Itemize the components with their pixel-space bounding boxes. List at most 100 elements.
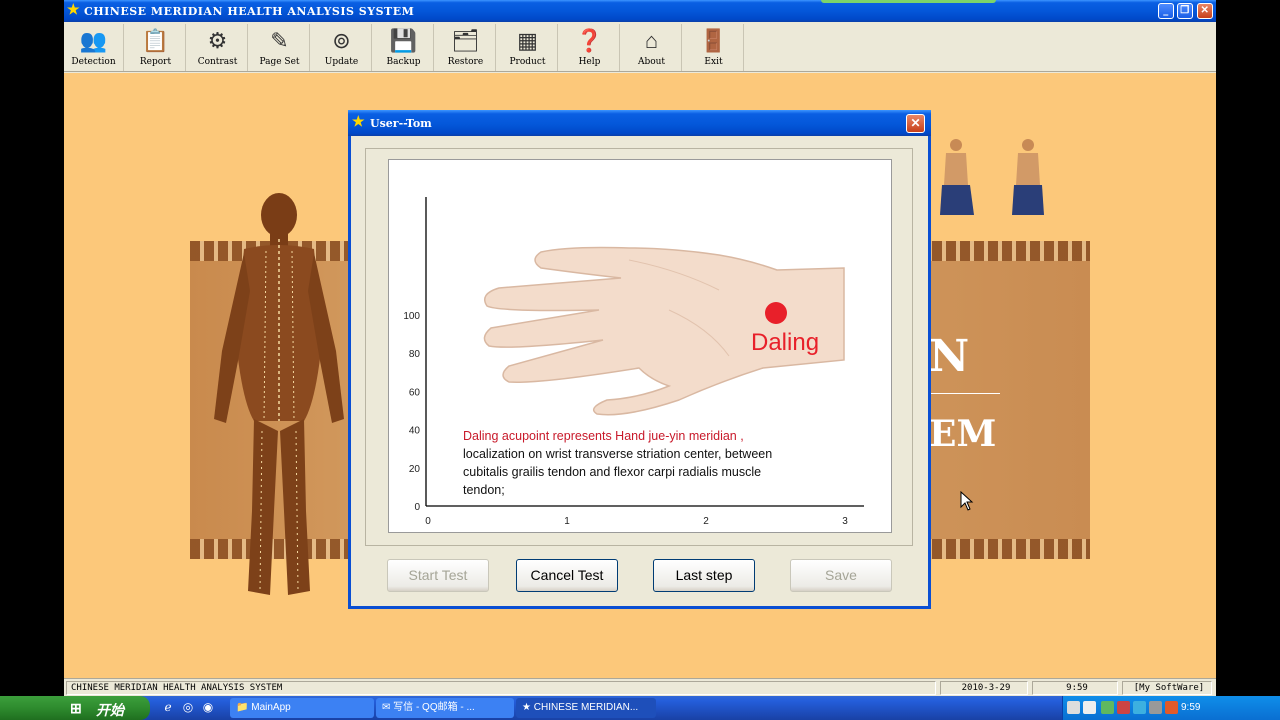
y-tick-label: 0 (414, 502, 420, 513)
update-icon: ⊚ (332, 28, 351, 53)
x-tick-label: 3 (842, 516, 848, 527)
toolbar-label: Exit (704, 57, 723, 67)
chart-panel: 0 20 40 60 80 100 0 1 2 3 Daling Daling acupoint … (388, 159, 892, 533)
start-test-button[interactable]: Start Test (387, 559, 489, 592)
task-mainapp[interactable]: 📁 MainApp (230, 698, 374, 718)
task-label: 写信 - QQ邮箱 - ... (393, 702, 475, 713)
start-label: 开始 (96, 702, 124, 718)
toolbar-exit-button[interactable]: 🚪 Exit (684, 24, 744, 71)
toolbar-contrast-button[interactable]: ⚙ Contrast (188, 24, 248, 71)
status-software: [My SoftWare] (1122, 681, 1212, 695)
cancel-test-button[interactable]: Cancel Test (516, 559, 618, 592)
test-dialog: ★ User--Tom ✕ 0 20 40 60 80 100 0 1 2 3 Daling Da… (348, 110, 931, 609)
restore-icon: 🗂 (451, 28, 480, 53)
help-icon: ❓ (575, 28, 604, 53)
dialog-title: User--Tom (370, 117, 432, 130)
toolbar-backup-button[interactable]: 💾 Backup (374, 24, 434, 71)
people-icon: 👥 (79, 28, 108, 53)
toolbar-label: Backup (386, 57, 421, 67)
app-tray-icon[interactable] (1165, 701, 1178, 714)
toolbar-update-button[interactable]: ⊚ Update (312, 24, 372, 71)
y-tick-label: 80 (409, 349, 421, 360)
description-line: cubitalis grailis tendon and flexor carp… (463, 465, 761, 479)
exit-door-icon: 🚪 (699, 28, 728, 53)
toolbar-help-button[interactable]: ❓ Help (560, 24, 620, 71)
y-tick-label: 20 (409, 464, 421, 475)
toolbar-report-button[interactable]: 📋 Report (126, 24, 186, 71)
restore-button[interactable]: ❐ (1177, 3, 1193, 19)
toolbar-about-button[interactable]: ⌂ About (622, 24, 682, 71)
dialog-star-icon: ★ (352, 114, 365, 130)
y-tick-label: 60 (409, 387, 421, 398)
description-line: localization on wrist transverse striati… (463, 447, 772, 461)
qq-icon[interactable] (1133, 701, 1146, 714)
toolbar-label: Contrast (197, 57, 238, 67)
mail-icon: ✉ (382, 702, 391, 713)
x-tick-label: 0 (425, 516, 431, 527)
status-bar: CHINESE MERIDIAN HEALTH ANALYSIS SYSTEM … (64, 678, 1216, 696)
toolbar-label: Product (509, 57, 546, 67)
backup-icon: 💾 (389, 28, 418, 53)
toolbar-label: Update (324, 57, 359, 67)
quick-launch-icon[interactable]: ◎ (180, 700, 196, 716)
security-icon[interactable] (1117, 701, 1130, 714)
task-label: MainApp (251, 702, 291, 713)
decorative-figures (940, 139, 1044, 215)
volume-icon[interactable] (1149, 701, 1162, 714)
background-divider (930, 393, 1000, 394)
mouse-cursor-icon (960, 491, 974, 511)
app-star-icon: ★ (67, 2, 81, 18)
start-button[interactable]: ⊞ 开始 (0, 696, 150, 720)
task-meridian[interactable]: ★ CHINESE MERIDIAN... (516, 698, 656, 718)
task-mail[interactable]: ✉ 写信 - QQ邮箱 - ... (376, 698, 514, 718)
toolbar-product-button[interactable]: ▦ Product (498, 24, 558, 71)
toolbar-label: Report (139, 57, 172, 67)
windows-logo-icon: ⊞ (70, 700, 82, 716)
title-bar[interactable]: ★ CHINESE MERIDIAN HEALTH ANALYSIS SYSTE… (64, 0, 1216, 22)
acupoint-marker (765, 302, 787, 324)
close-button[interactable]: ✕ (1197, 3, 1213, 19)
window-title: CHINESE MERIDIAN HEALTH ANALYSIS SYSTEM (84, 5, 415, 18)
contrast-icon: ⚙ (207, 28, 228, 53)
x-tick-label: 2 (703, 516, 709, 527)
background-title-letter: N (929, 331, 970, 382)
dialog-close-button[interactable]: ✕ (906, 114, 925, 133)
title-bar-indicator (821, 0, 996, 3)
meridian-body-figure (214, 193, 344, 595)
background-title-suffix: EM (929, 413, 997, 455)
status-time: 9:59 (1032, 681, 1118, 695)
help-tray-icon[interactable] (1083, 701, 1096, 714)
page-set-icon: ✎ (270, 28, 289, 53)
quick-launch-icon[interactable]: ◉ (200, 700, 216, 716)
toolbar-label: About (637, 57, 666, 67)
status-app-name: CHINESE MERIDIAN HEALTH ANALYSIS SYSTEM (66, 681, 936, 695)
taskbar: ⊞ 开始 ℯ ◎ ◉ 📁 MainApp ✉ 写信 - QQ邮箱 - ... ★… (0, 696, 1280, 720)
y-tick-label: 100 (403, 311, 420, 322)
home-icon: ⌂ (644, 28, 659, 53)
toolbar-label: Page Set (259, 57, 300, 67)
save-button[interactable]: Save (790, 559, 892, 592)
last-step-button[interactable]: Last step (653, 559, 755, 592)
toolbar-label: Help (578, 57, 601, 67)
product-icon: ▦ (517, 28, 538, 53)
x-tick-label: 1 (564, 516, 570, 527)
meridian-chart: 0 20 40 60 80 100 0 1 2 3 Daling Daling acupoint … (403, 197, 864, 527)
toolbar-page-set-button[interactable]: ✎ Page Set (250, 24, 310, 71)
acupoint-label: Daling (751, 329, 819, 356)
description-highlight: Daling acupoint represents Hand jue-yin … (463, 429, 744, 443)
system-tray: 9:59 (1062, 696, 1280, 720)
keyboard-icon[interactable] (1067, 701, 1080, 714)
network-icon[interactable] (1101, 701, 1114, 714)
task-label: CHINESE MERIDIAN... (533, 702, 639, 713)
toolbar-restore-button[interactable]: 🗂 Restore (436, 24, 496, 71)
star-icon: ★ (522, 702, 531, 713)
toolbar-detection-button[interactable]: 👥 Detection (64, 24, 124, 71)
minimize-button[interactable]: _ (1158, 3, 1174, 19)
dialog-group-box: 0 20 40 60 80 100 0 1 2 3 Daling Daling acupoint … (365, 148, 913, 546)
dialog-title-bar[interactable]: ★ User--Tom ✕ (348, 110, 931, 136)
report-icon: 📋 (141, 28, 170, 53)
clock: 9:59 (1181, 702, 1201, 713)
ie-icon[interactable]: ℯ (160, 700, 176, 716)
folder-icon: 📁 (236, 702, 249, 713)
status-date: 2010-3-29 (940, 681, 1028, 695)
